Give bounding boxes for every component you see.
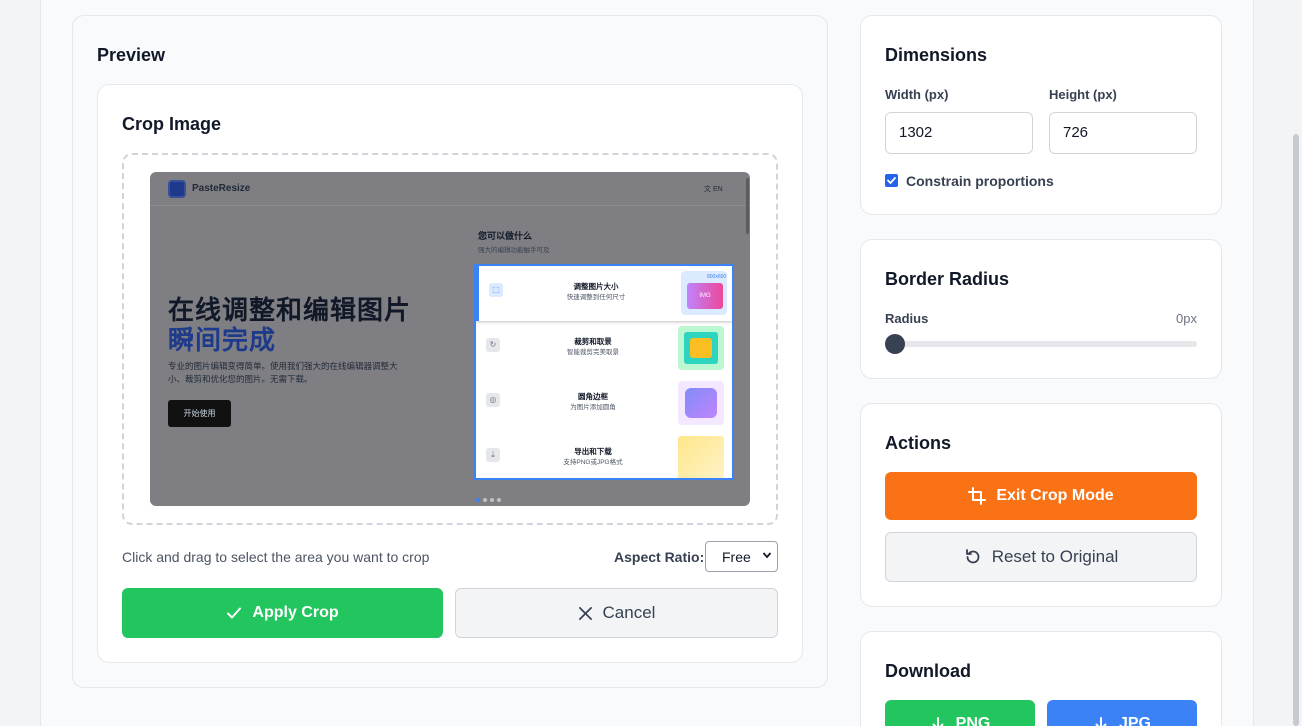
- reset-label: Reset to Original: [991, 547, 1119, 566]
- radius-label: Radius: [885, 311, 929, 326]
- palette-icon: ◎: [486, 393, 500, 407]
- constrain-proportions-label: Constrain proportions: [906, 173, 1054, 189]
- rotate-icon: ↻: [486, 338, 500, 352]
- close-icon: [578, 606, 592, 620]
- radius-value: 0px: [1176, 311, 1197, 326]
- dimensions-title: Dimensions: [885, 45, 988, 65]
- preview-section-title: 您可以做什么: [478, 231, 533, 241]
- apply-crop-button[interactable]: Apply Crop: [122, 588, 443, 638]
- carousel-dots: [476, 489, 504, 507]
- feature-resize: ⬚ 调整图片大小 快速调整到任何尺寸 IMG 800x600: [476, 266, 732, 321]
- height-label: Height (px): [1049, 87, 1117, 102]
- page-scrollbar[interactable]: [1290, 0, 1302, 726]
- cancel-button[interactable]: Cancel: [455, 588, 778, 638]
- download-jpg-button[interactable]: JPG: [1047, 700, 1197, 726]
- feature-sub: 快速调整到任何尺寸: [566, 294, 626, 301]
- radius-slider-thumb[interactable]: [885, 334, 905, 354]
- preview-scrollbar: [746, 178, 749, 234]
- download-title: Download: [885, 661, 971, 681]
- reset-icon: [965, 549, 980, 564]
- png-label: PNG: [955, 715, 991, 726]
- crop-selection[interactable]: ⬚ 调整图片大小 快速调整到任何尺寸 IMG 800x600 ↻ 裁剪和取景 智…: [474, 264, 734, 480]
- thumbnail-image: IMG: [687, 283, 723, 309]
- preview-title: Preview: [97, 45, 166, 65]
- chevron-down-icon: [762, 552, 772, 559]
- thumbnail-image: [690, 338, 712, 358]
- border-radius-panel: [860, 239, 1222, 379]
- feature-corners: ◎ 圆角边框 为图片添加圆角: [476, 376, 732, 431]
- scrollbar-thumb[interactable]: [1293, 134, 1299, 726]
- cancel-label: Cancel: [602, 603, 656, 622]
- aspect-ratio-value: Free: [722, 549, 751, 565]
- radius-slider-track[interactable]: [885, 341, 1197, 347]
- download-icon: [1095, 717, 1107, 726]
- actions-title: Actions: [885, 433, 952, 453]
- download-icon: [932, 717, 944, 726]
- height-input[interactable]: 726: [1049, 112, 1197, 154]
- crop-icon: ⬚: [489, 283, 503, 297]
- preview-section-subtitle: 强大的编辑功能触手可及: [478, 247, 550, 254]
- download-icon: ⤓: [486, 448, 500, 462]
- constrain-proportions-checkbox[interactable]: [885, 174, 898, 187]
- feature-export: ⤓ 导出和下载 支持PNG或JPG格式: [476, 431, 732, 478]
- preview-language: 文 EN: [704, 186, 723, 193]
- thumbnail-badge: 800x600: [707, 274, 727, 280]
- feature-thumbnail: [678, 436, 724, 478]
- crop-image-title: Crop Image: [122, 114, 222, 134]
- exit-crop-mode-button[interactable]: Exit Crop Mode: [885, 472, 1197, 520]
- thumbnail-image: [685, 388, 717, 418]
- feature-crop: ↻ 裁剪和取景 智能裁剪完美取景: [476, 321, 732, 376]
- feature-sub: 支持PNG或JPG格式: [563, 459, 623, 466]
- crop-hint: Click and drag to select the area you wa…: [122, 549, 430, 565]
- jpg-label: JPG: [1118, 715, 1151, 726]
- crop-icon: [968, 487, 987, 505]
- check-icon: [227, 607, 242, 619]
- width-input[interactable]: 1302: [885, 112, 1033, 154]
- checkmark-icon: [887, 177, 896, 185]
- exit-crop-label: Exit Crop Mode: [996, 487, 1114, 504]
- feature-thumbnail: [678, 326, 724, 370]
- reset-to-original-button[interactable]: Reset to Original: [885, 532, 1197, 582]
- aspect-ratio-select[interactable]: Free: [705, 541, 778, 572]
- feature-sub: 为图片添加圆角: [570, 404, 616, 411]
- brand-logo: [168, 180, 186, 198]
- apply-crop-label: Apply Crop: [252, 604, 339, 621]
- preview-hero-line2: 瞬间完成: [168, 325, 277, 355]
- feature-sub: 智能裁剪完美取景: [567, 349, 619, 356]
- width-label: Width (px): [885, 87, 949, 102]
- thumbnail-image: [678, 436, 724, 478]
- feature-thumbnail: [678, 381, 724, 425]
- preview-brand: PasteResize: [192, 183, 251, 194]
- feature-thumbnail: IMG 800x600: [681, 271, 727, 315]
- aspect-ratio-label: Aspect Ratio:: [614, 549, 705, 565]
- download-png-button[interactable]: PNG: [885, 700, 1035, 726]
- preview-description: 专业的图片编辑变得简单。使用我们强大的在线编辑器调整大小、裁剪和优化您的图片。无…: [168, 361, 398, 384]
- preview-cta-button: 开始使用: [168, 400, 231, 427]
- border-radius-title: Border Radius: [885, 269, 1010, 289]
